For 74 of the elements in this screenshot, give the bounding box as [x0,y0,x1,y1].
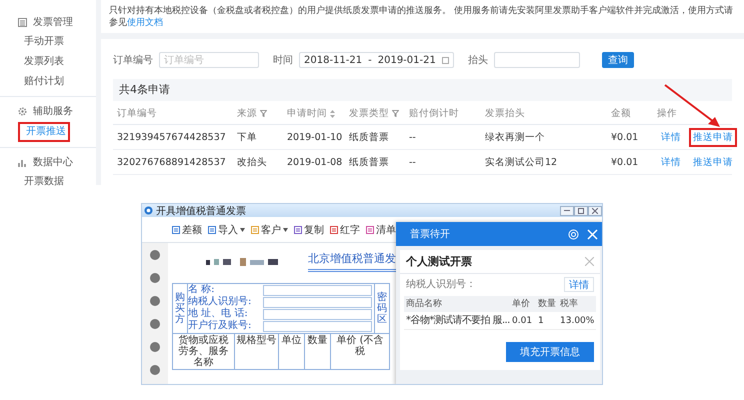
column-header: 申请时间 [287,107,327,120]
column-header: 单价 (不含税 [335,334,385,359]
sidebar-item[interactable]: 手动开票 [6,32,90,52]
column-header: 单位 [279,334,305,369]
action-link[interactable]: 详情 [657,130,685,144]
field-label: 名 称: [188,284,216,296]
window-title: 开具增值税普通发票 [156,204,246,218]
date-range-field[interactable]: 2018-11-21 - 2019-01-21 [299,52,454,68]
toolbar-button[interactable]: 导入 [208,222,245,236]
column-header: 操作 [657,107,677,120]
table-cell-text: ¥0.01 [611,156,640,168]
action-link[interactable]: 详情 [657,156,685,168]
sidebar-item[interactable]: 赔付计划 [6,72,90,92]
docs-link[interactable]: 使用文档 [127,18,163,28]
toolbar-button[interactable]: 客户 [251,222,288,236]
table-cell-text: 321939457674428537 [117,132,227,142]
action-link[interactable]: 推送申请 [689,156,737,168]
column-header: 数量 [536,296,558,312]
table-cell-text: -- [409,156,417,168]
column-header: 订单编号 [117,107,157,120]
sidebar-group-title: 数据中心 [33,156,73,169]
table-cell-text: 实名测试公司12 [485,156,558,168]
table-cell-text: 改抬头 [237,156,268,168]
table-cell-text: 绿衣再测一个 [485,130,546,144]
fill-invoice-button[interactable]: 填充开票信息 [506,342,594,362]
column-header: 税率 [558,296,596,312]
table-cell-text: 纸质普票 [349,156,390,168]
table-cell-text: 320276768891428537 [117,156,227,168]
table-cell-text: 纸质普票 [349,130,390,144]
column-header: 数量 [305,334,331,369]
toolbar-button[interactable]: 红字 [330,222,360,236]
toolbar-button[interactable]: 复制 [294,222,324,236]
column-header: 商品名称 [404,296,510,312]
sidebar-group-title: 发票管理 [33,16,73,29]
table-cell-text: 下单 [237,130,258,144]
field-label: 时间 [273,54,293,67]
field-label: 开户行及账号: [188,320,252,332]
result-count: 共4条申请 [113,79,732,101]
popup-header-title: 普票待开 [410,228,451,241]
column-header: 发票抬头 [485,107,525,120]
column-header: 货物或应税劳务、服务名称 [173,334,235,369]
notice-text: 只针对持有本地税控设备（金税盘或者税控盘）的用户提供纸质发票申请的推送服务。 使用服务前请先安装阿里发票助手客户端软件并完成激活，使用方式请参见使用文档 [101,0,744,33]
action-link[interactable]: 推送申请 [689,128,737,146]
sidebar-item[interactable]: 开票推送 [18,122,70,142]
buyer-label: 购买方 [175,292,185,325]
toolbar-button[interactable]: 差额 [172,222,202,236]
search-button[interactable]: 查询 [602,52,634,68]
column-header: 单价 [510,296,536,312]
table-cell: 0.01 [510,312,536,330]
table-cell: 1 [536,312,558,330]
sidebar-group-title: 辅助服务 [33,104,73,118]
table-cell-text: -- [409,132,417,142]
table-cell: 13.00% [558,312,596,330]
table-cell-text: ¥0.01 [611,132,640,142]
cipher-label: 密码区 [377,292,387,325]
field-label: 纳税人识别号: [188,296,252,308]
table-cell-text: 2019-01-08 [287,156,344,168]
column-header: 赔付倒计时 [409,107,459,120]
column-header: 规格型号 [235,334,279,369]
field-label: 订单编号 [113,54,153,67]
field-label: 抬头 [468,54,488,67]
column-header: 来源 [237,107,257,120]
detail-button[interactable]: 详情 [564,276,594,292]
column-header: 发票类型 [349,107,389,120]
taxpayer-label: 纳税人识别号： [406,278,476,291]
popup-title: 个人测试开票 [406,254,472,269]
field-label: 地 址、电 话: [188,308,249,320]
table-cell: *谷物*测试请不要拍 服... [404,312,510,330]
table-cell-text: 2019-01-10 [287,132,344,142]
sidebar-item[interactable]: 发票列表 [6,52,90,72]
sidebar-item[interactable]: 开票数据 [6,172,90,192]
toolbar-button[interactable]: 清单 [366,222,396,236]
order-number-field[interactable]: 订单编号 [159,52,259,68]
column-header: 金额 [611,107,631,120]
